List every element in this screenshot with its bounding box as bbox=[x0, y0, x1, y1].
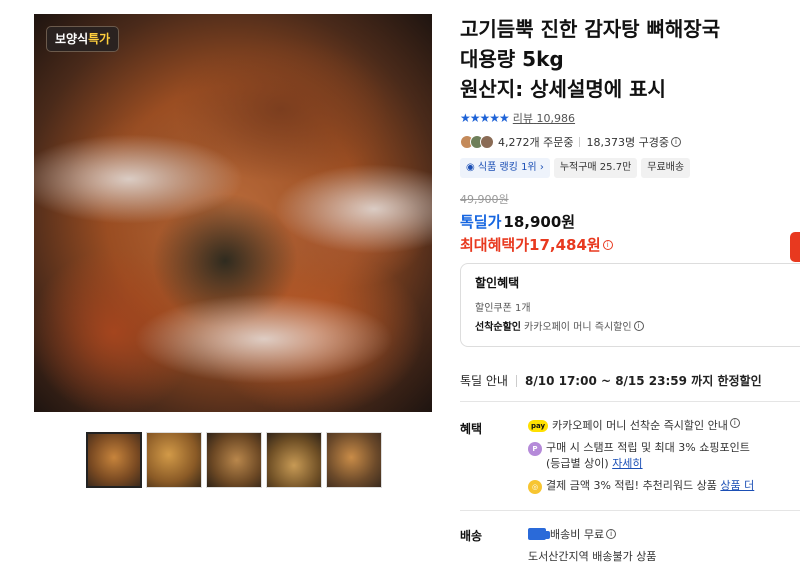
discount-box: 할인혜택 할인쿠폰 1개 선착순할인 카카오페이 머니 즉시할인 i bbox=[460, 263, 800, 347]
thumbnail-strip bbox=[86, 432, 382, 488]
shipping-label: 배송 bbox=[460, 529, 483, 543]
max-benefit-label: 최대혜택가 bbox=[460, 236, 530, 254]
product-title-line-2: 대용량 5kg bbox=[460, 47, 564, 71]
benefit-point-line2: (등급별 상이) bbox=[546, 457, 609, 470]
shipping-note: 도서산간지역 배송불가 상품 bbox=[528, 550, 657, 563]
tag-rank[interactable]: ◉ 식품 랭킹 1위 › bbox=[460, 158, 550, 178]
sale-label: 톡딜가 bbox=[460, 213, 502, 231]
truck-icon bbox=[528, 528, 550, 540]
benefit-pay-text: 카카오페이 머니 선착순 즉시할인 안내 bbox=[552, 419, 728, 432]
tag-list: ◉ 식품 랭킹 1위 › 누적구매 25.7만 무료배송 bbox=[460, 158, 800, 178]
tag-rank-label: 식품 랭킹 1위 bbox=[477, 162, 537, 173]
benefit-item-pay: pay 카카오페이 머니 선착순 즉시할인 안내 i bbox=[528, 418, 800, 434]
info-icon[interactable]: i bbox=[670, 137, 681, 147]
info-icon[interactable]: i bbox=[729, 418, 740, 428]
divider bbox=[460, 510, 800, 511]
review-count: 10,986 bbox=[536, 112, 576, 125]
review-link[interactable]: 리뷰 10,986 bbox=[513, 110, 575, 126]
shipping-info: 배송비 무료 i 도서산간지역 배송불가 상품 bbox=[528, 526, 656, 564]
sale-price-row: 톡딜가 18,900원 bbox=[460, 211, 800, 232]
benefit-label: 혜택 bbox=[460, 422, 483, 436]
product-info: 고기듬뿍 진한 감자탕 뼈해장국 대용량 5kg 원산지: 상세설명에 표시 ★… bbox=[460, 14, 800, 347]
shipping-fee-row: 배송비 무료 i bbox=[528, 526, 656, 542]
divider bbox=[579, 137, 581, 147]
coupon-count: 할인쿠폰 1개 bbox=[475, 303, 531, 314]
benefit-point-line1: 구매 시 스탬프 적립 및 최대 3% 쇼핑포인트 bbox=[546, 441, 750, 454]
deal-label: 톡딜 안내 bbox=[460, 374, 508, 388]
first-come-text: 카카오페이 머니 즉시할인 bbox=[524, 322, 632, 333]
info-icon[interactable]: i bbox=[606, 529, 617, 539]
first-come-label: 선착순할인 bbox=[475, 322, 521, 333]
thumbnail-5[interactable] bbox=[326, 432, 382, 488]
steam-graphic bbox=[274, 164, 432, 254]
side-floating-tab[interactable] bbox=[790, 232, 800, 262]
product-title-line-3: 원산지: 상세설명에 표시 bbox=[460, 77, 666, 101]
review-label: 리뷰 bbox=[512, 112, 534, 125]
tag-free-shipping: 무료배송 bbox=[641, 158, 691, 178]
viewer-count: 18,373명 구경중 bbox=[586, 136, 669, 149]
deal-info-row: 톡딜 안내 8/10 17:00 ~ 8/15 23:59 까지 한정할인 bbox=[460, 372, 762, 389]
thumbnail-2[interactable] bbox=[146, 432, 202, 488]
product-main-image: 보양식특가 bbox=[34, 14, 432, 412]
benefit-reward-text: 결제 금액 3% 적립! 추천리워드 상품 bbox=[546, 479, 717, 492]
sale-price: 18,900원 bbox=[503, 213, 576, 231]
star-rating-icon: ★★★★★ bbox=[460, 111, 510, 125]
thumbnail-4[interactable] bbox=[266, 432, 322, 488]
details-link[interactable]: 자세히 bbox=[612, 457, 642, 470]
benefit-item-reward: ◎ 결제 금액 3% 적립! 추천리워드 상품 상품 더 bbox=[528, 478, 800, 494]
benefit-item-point: P 구매 시 스탬프 적립 및 최대 3% 쇼핑포인트 (등급별 상이) 자세히 bbox=[528, 440, 800, 472]
divider bbox=[515, 374, 517, 387]
info-icon[interactable]: i bbox=[602, 239, 613, 250]
avatar-group bbox=[460, 135, 494, 149]
tag-cumulative: 누적구매 25.7만 bbox=[553, 158, 638, 178]
steam-graphic bbox=[34, 134, 244, 224]
info-icon[interactable]: i bbox=[633, 320, 644, 331]
promo-badge-highlight: 특가 bbox=[88, 32, 111, 46]
point-icon: P bbox=[528, 442, 542, 456]
order-count: 4,272개 주문중 bbox=[498, 136, 574, 149]
discount-header: 할인혜택 bbox=[475, 276, 520, 290]
divider bbox=[460, 401, 800, 402]
stats-row: 4,272개 주문중 18,373명 구경중 i bbox=[460, 134, 800, 150]
thumbnail-3[interactable] bbox=[206, 432, 262, 488]
first-come-discount: 선착순할인 카카오페이 머니 즉시할인 i bbox=[475, 318, 800, 333]
rating-row: ★★★★★ 리뷰 10,986 bbox=[460, 110, 800, 126]
promo-badge-prefix: 보양식 bbox=[55, 32, 89, 46]
thumbnail-1[interactable] bbox=[86, 432, 142, 488]
coin-icon: ◎ bbox=[528, 480, 542, 494]
deal-period: 8/10 17:00 ~ 8/15 23:59 까지 한정할인 bbox=[524, 374, 762, 388]
kakaopay-icon: pay bbox=[528, 420, 548, 432]
original-price: 49,900원 bbox=[460, 193, 509, 206]
product-title-line-1: 고기듬뿍 진한 감자탕 뼈해장국 bbox=[460, 17, 721, 41]
shipping-fee: 배송비 무료 bbox=[550, 528, 605, 541]
max-benefit-row: 최대혜택가 17,484원 i bbox=[460, 234, 800, 255]
steam-graphic bbox=[134, 294, 394, 384]
benefit-list: pay 카카오페이 머니 선착순 즉시할인 안내 i P 구매 시 스탬프 적립… bbox=[528, 418, 800, 500]
max-benefit-price: 17,484원 bbox=[529, 236, 601, 254]
more-products-link[interactable]: 상품 더 bbox=[720, 478, 754, 494]
promo-badge: 보양식특가 bbox=[46, 26, 120, 52]
